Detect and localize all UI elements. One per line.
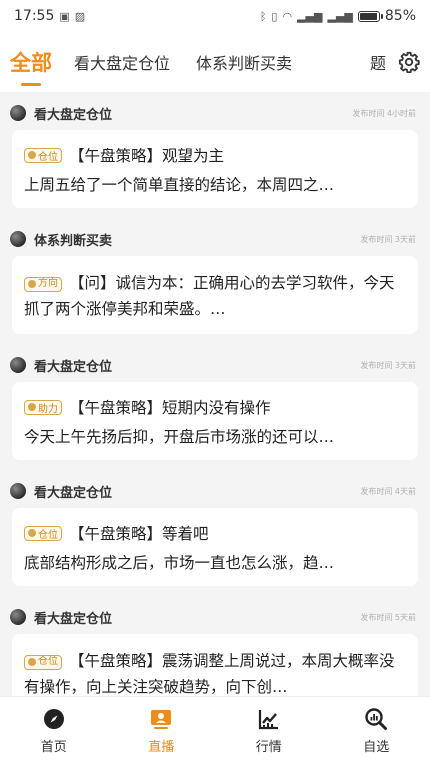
card-title-line: 仓位 【午盘策略】观望为主 bbox=[24, 144, 406, 166]
category-badge: 仓位 bbox=[24, 525, 62, 541]
status-left: 17:55 ▣ ▨ bbox=[14, 8, 85, 24]
compass-icon bbox=[43, 709, 64, 729]
post-time: 发布时间 3天前 bbox=[360, 234, 416, 244]
battery-fill bbox=[359, 12, 377, 20]
nav-home[interactable]: 首页 bbox=[14, 707, 94, 755]
author-name: 看大盘定仓位 bbox=[34, 611, 113, 627]
chart-icon bbox=[258, 710, 278, 730]
author-name: 看大盘定仓位 bbox=[34, 359, 113, 375]
badge-label: 仓位 bbox=[38, 151, 58, 163]
post-card[interactable]: 仓位 【午盘策略】震荡调整上周说过，本周大概率没有操作，向上关注突破趋势，向下创… bbox=[12, 634, 418, 697]
badge-icon bbox=[28, 280, 36, 288]
badge-icon bbox=[28, 529, 36, 537]
status-bar: 17:55 ▣ ▨ ᛒ ▯ ◠ ▂▄▆ ▂▄▆ 85% bbox=[0, 0, 430, 32]
post-card[interactable]: 仓位 【午盘策略】等着吧 底部结构形成之后，市场一直也怎么涨，趋… bbox=[12, 508, 418, 586]
post-excerpt: 今天上午先扬后抑，开盘后市场涨的还可以… bbox=[24, 428, 335, 446]
category-badge: 助力 bbox=[24, 399, 62, 415]
nav-label: 首页 bbox=[40, 740, 67, 755]
avatar bbox=[10, 105, 26, 121]
badge-label: 仓位 bbox=[38, 529, 58, 541]
post-author: 看大盘定仓位 bbox=[10, 356, 112, 375]
author-name: 体系判断买卖 bbox=[34, 233, 113, 249]
post-excerpt: 上周五给了一个简单直接的结论，本周四之… bbox=[24, 176, 335, 194]
bluetooth-icon: ᛒ bbox=[259, 9, 267, 23]
post-header: 体系判断买卖 发布时间 3天前 bbox=[10, 230, 416, 249]
post-header: 看大盘定仓位 发布时间 5天前 bbox=[10, 608, 416, 627]
card-title-line: 仓位 【午盘策略】震荡调整上周说过，本周大概率没有操作，向上关注突破趋势，向下创… bbox=[24, 648, 406, 697]
badge-icon bbox=[28, 403, 36, 411]
nav-label: 直播 bbox=[148, 740, 175, 755]
post-time: 发布时间 4小时前 bbox=[352, 108, 416, 118]
nfc-icon: ▣ bbox=[59, 9, 70, 23]
wifi-icon: ◠ bbox=[282, 9, 293, 23]
battery-percent: 85% bbox=[384, 8, 416, 24]
post-title: 【问】诚信为本：正确用心的去学习软件，今天抓了两个涨停美邦和荣盛。… bbox=[24, 274, 395, 318]
avatar bbox=[10, 609, 26, 625]
tab-market-position[interactable]: 看大盘定仓位 bbox=[74, 50, 170, 74]
live-icon bbox=[151, 710, 172, 729]
post-author: 体系判断买卖 bbox=[10, 230, 112, 249]
category-badge: 仓位 bbox=[24, 654, 62, 670]
nav-live[interactable]: 直播 bbox=[121, 707, 201, 755]
badge-label: 仓位 bbox=[38, 656, 58, 667]
nav-market[interactable]: 行情 bbox=[229, 707, 309, 755]
status-time: 17:55 bbox=[14, 8, 55, 24]
list-item[interactable]: 体系判断买卖 发布时间 3天前 方向 【问】诚信为本：正确用心的去学习软件，今天抓… bbox=[0, 218, 430, 344]
nav-label: 自选 bbox=[363, 740, 390, 755]
badge-label: 助力 bbox=[38, 403, 58, 415]
status-right: ᛒ ▯ ◠ ▂▄▆ ▂▄▆ 85% bbox=[260, 8, 416, 24]
list-item[interactable]: 看大盘定仓位 发布时间 3天前 助力 【午盘策略】短期内没有操作 今天上午先扬后… bbox=[0, 344, 430, 470]
post-card[interactable]: 方向 【问】诚信为本：正确用心的去学习软件，今天抓了两个涨停美邦和荣盛。… bbox=[12, 256, 418, 334]
vibrate-icon: ▯ bbox=[271, 9, 278, 23]
list-item[interactable]: 看大盘定仓位 发布时间 5天前 仓位 【午盘策略】震荡调整上周说过，本周大概率没有… bbox=[0, 596, 430, 697]
post-time: 发布时间 5天前 bbox=[360, 612, 416, 622]
bottom-nav: 首页 直播 行情 自选 bbox=[0, 696, 430, 765]
post-feed: 看大盘定仓位 发布时间 4小时前 仓位 【午盘策略】观望为主 上周五给了一个简单… bbox=[0, 92, 430, 697]
badge-label: 方向 bbox=[38, 278, 58, 289]
avatar bbox=[10, 231, 26, 247]
author-name: 看大盘定仓位 bbox=[34, 485, 113, 501]
post-time: 发布时间 3天前 bbox=[360, 360, 416, 370]
avatar bbox=[10, 483, 26, 499]
post-time: 发布时间 4天前 bbox=[360, 486, 416, 496]
category-badge: 方向 bbox=[24, 276, 62, 292]
signal-icon-2: ▂▄▆ bbox=[327, 9, 353, 23]
post-title: 【午盘策略】观望为主 bbox=[69, 147, 225, 165]
card-title-line: 仓位 【午盘策略】等着吧 bbox=[24, 522, 406, 544]
avatar bbox=[10, 357, 26, 373]
post-header: 看大盘定仓位 发布时间 4天前 bbox=[10, 482, 416, 501]
search-chart-icon bbox=[365, 708, 388, 730]
top-tabs: 全部 看大盘定仓位 体系判断买卖 题 bbox=[0, 32, 430, 92]
battery-icon bbox=[357, 10, 383, 22]
signal-icon: ▂▄▆ bbox=[297, 9, 323, 23]
nav-watchlist[interactable]: 自选 bbox=[336, 707, 416, 755]
post-author: 看大盘定仓位 bbox=[10, 104, 112, 123]
alarm-icon: ▨ bbox=[74, 9, 86, 23]
post-title: 【午盘策略】震荡调整上周说过，本周大概率没有操作，向上关注突破趋势，向下创… bbox=[24, 652, 395, 696]
post-excerpt: 底部结构形成之后，市场一直也怎么涨，趋… bbox=[24, 554, 335, 572]
post-card[interactable]: 助力 【午盘策略】短期内没有操作 今天上午先扬后抑，开盘后市场涨的还可以… bbox=[12, 382, 418, 460]
post-title: 【午盘策略】等着吧 bbox=[69, 525, 209, 543]
author-name: 看大盘定仓位 bbox=[34, 107, 113, 123]
badge-icon bbox=[28, 151, 36, 159]
card-title-line: 方向 【问】诚信为本：正确用心的去学习软件，今天抓了两个涨停美邦和荣盛。… bbox=[24, 270, 406, 322]
post-author: 看大盘定仓位 bbox=[10, 608, 112, 627]
nav-label: 行情 bbox=[255, 740, 282, 755]
gear-icon[interactable] bbox=[398, 51, 420, 73]
tab-topic[interactable]: 题 bbox=[370, 50, 386, 74]
category-badge: 仓位 bbox=[24, 147, 62, 163]
post-author: 看大盘定仓位 bbox=[10, 482, 112, 501]
list-item[interactable]: 看大盘定仓位 发布时间 4小时前 仓位 【午盘策略】观望为主 上周五给了一个简单… bbox=[0, 92, 430, 218]
post-header: 看大盘定仓位 发布时间 3天前 bbox=[10, 356, 416, 375]
post-card[interactable]: 仓位 【午盘策略】观望为主 上周五给了一个简单直接的结论，本周四之… bbox=[12, 130, 418, 208]
post-title: 【午盘策略】短期内没有操作 bbox=[69, 399, 271, 417]
tab-system-trading[interactable]: 体系判断买卖 bbox=[196, 50, 292, 74]
badge-icon bbox=[28, 658, 36, 666]
list-item[interactable]: 看大盘定仓位 发布时间 4天前 仓位 【午盘策略】等着吧 底部结构形成之后，市场… bbox=[0, 470, 430, 596]
post-header: 看大盘定仓位 发布时间 4小时前 bbox=[10, 104, 416, 123]
tab-all[interactable]: 全部 bbox=[10, 47, 52, 77]
card-title-line: 助力 【午盘策略】短期内没有操作 bbox=[24, 396, 406, 418]
